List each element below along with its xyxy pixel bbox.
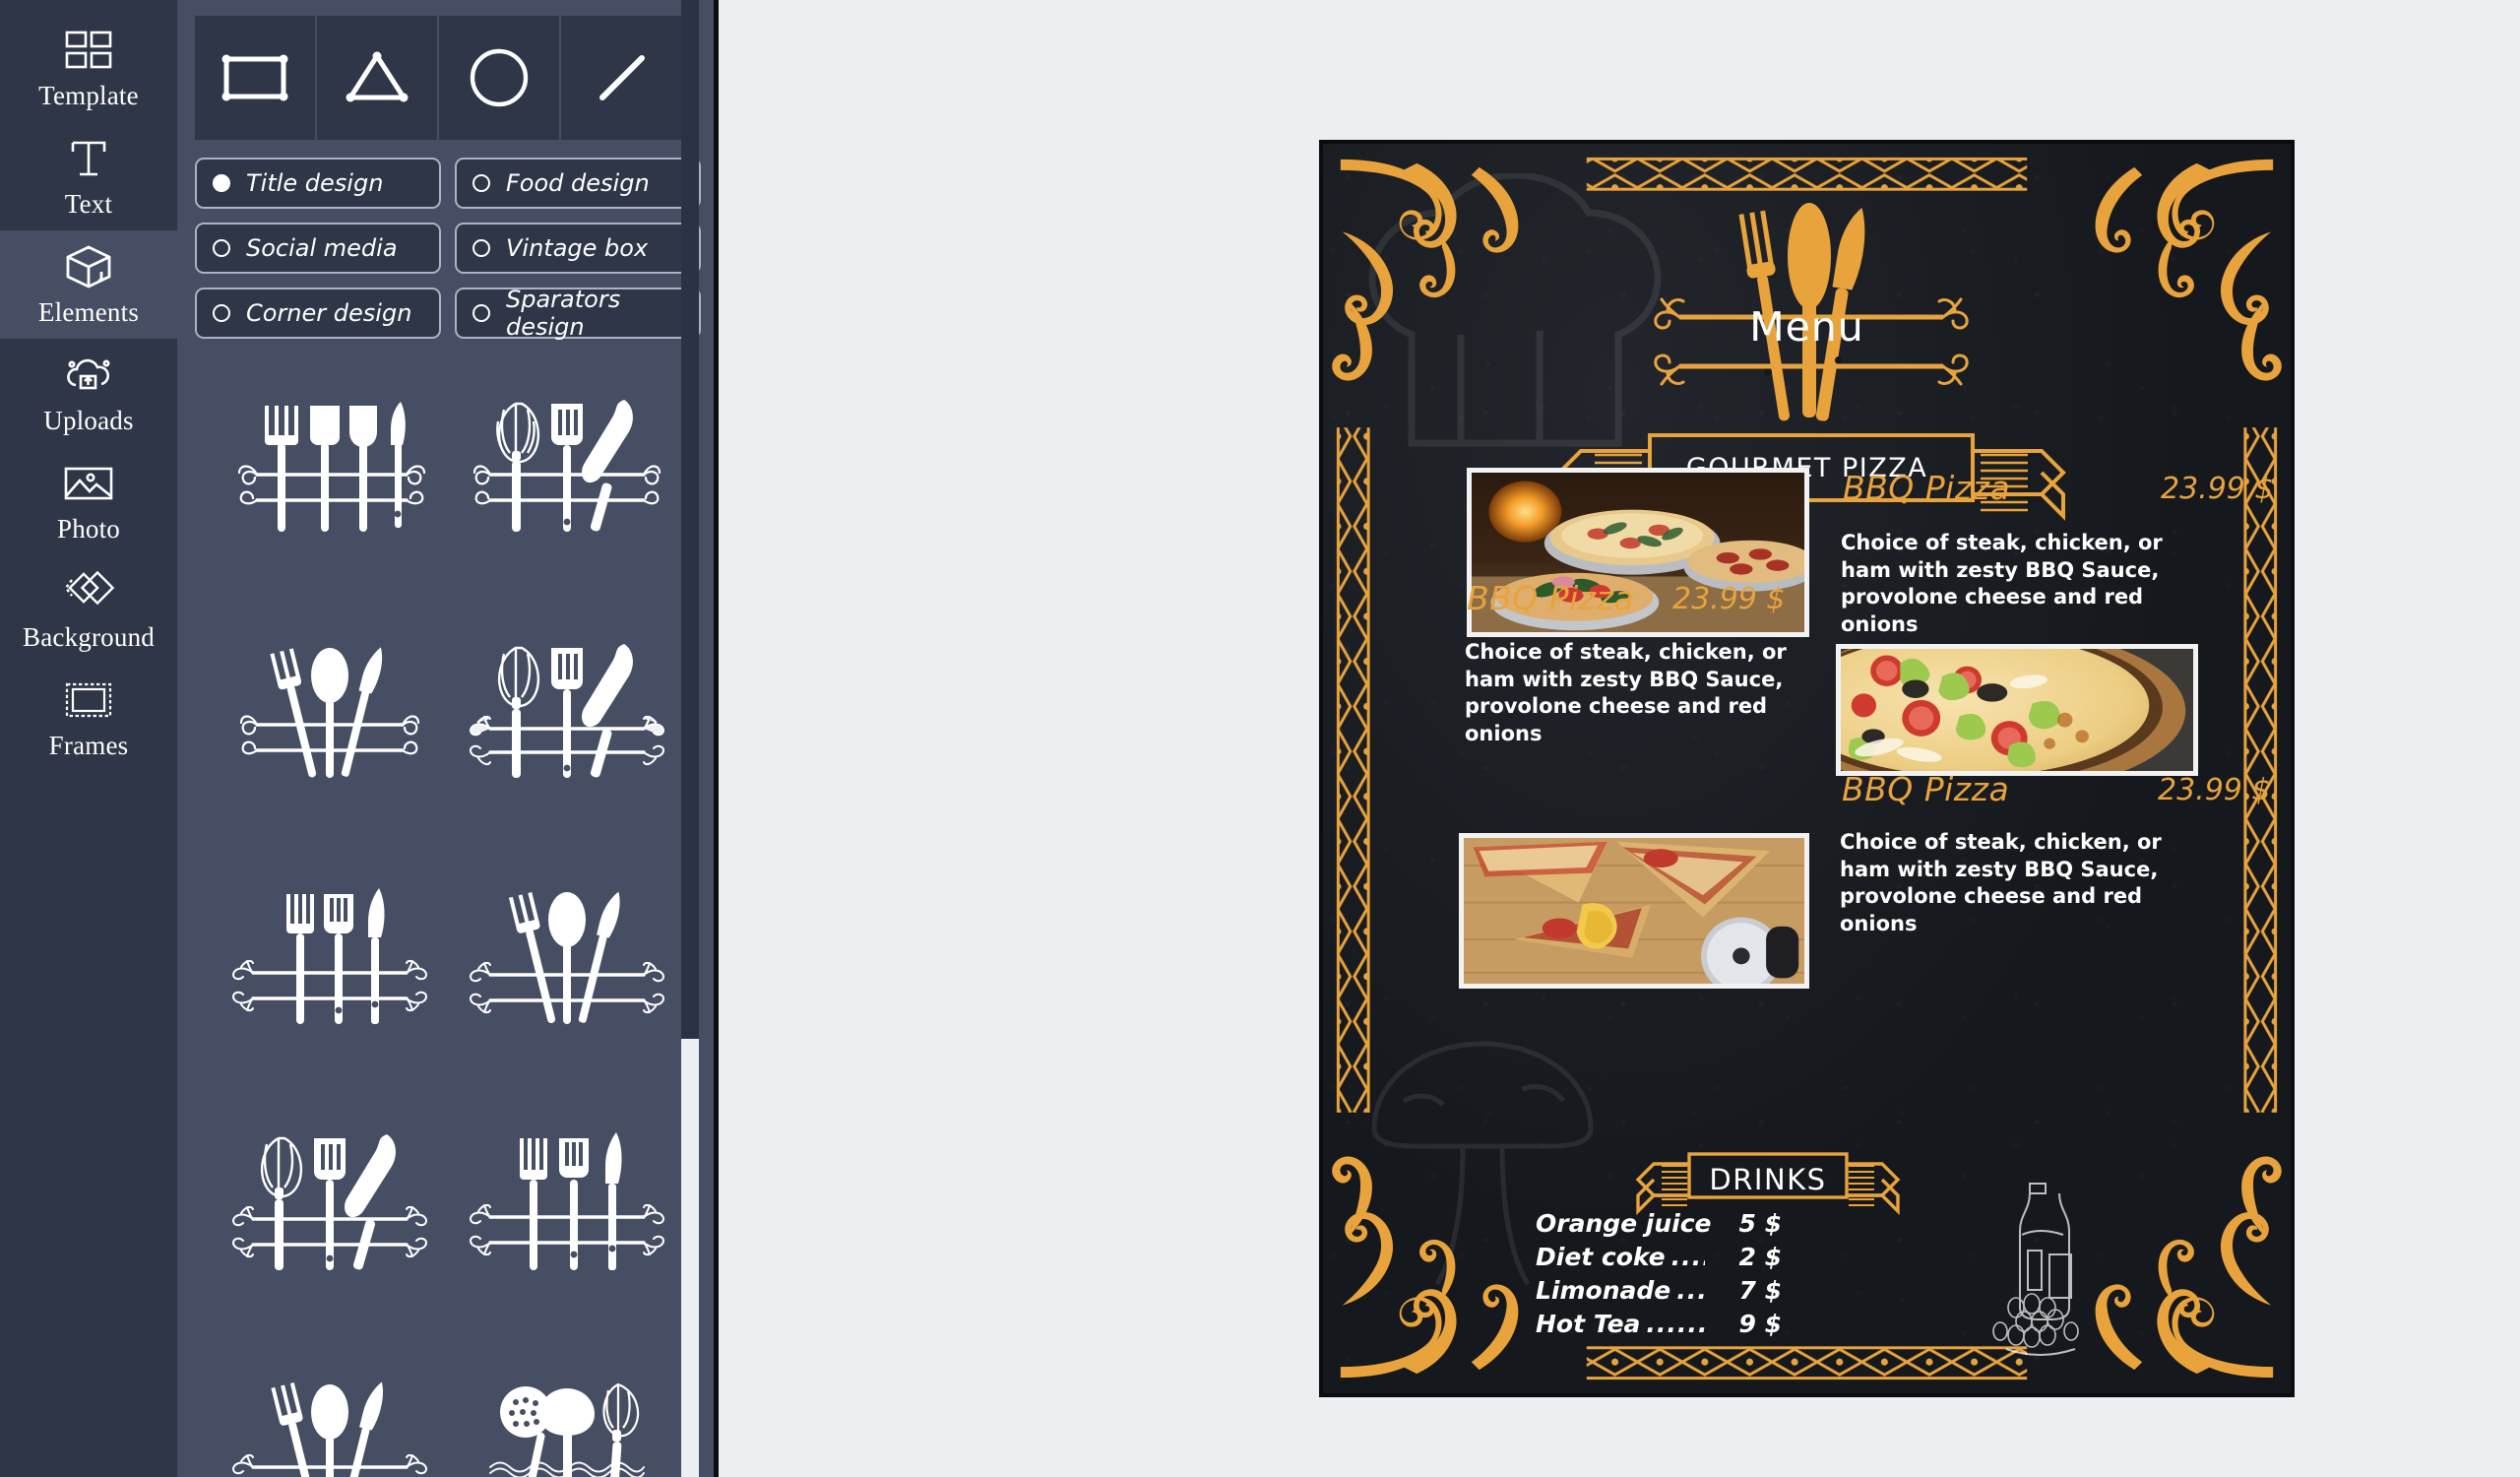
radio-indicator (472, 174, 490, 192)
item-description: Choice of steak, chicken, or ham with ze… (1840, 830, 2162, 936)
category-sparators-design[interactable]: Sparators design (455, 286, 701, 341)
category-social-media[interactable]: Social media (195, 223, 441, 274)
drink-price: 2 $ (1738, 1243, 1783, 1271)
rectangle-shape-tool[interactable] (195, 16, 317, 140)
elements-panel: Title design Food design Social media Vi… (177, 0, 719, 1477)
drink-name: Hot Tea (1536, 1310, 1641, 1338)
sidebar-item-elements[interactable]: Elements (0, 230, 177, 339)
drink-dots: ..................................... (1676, 1276, 1705, 1305)
radio-indicator (472, 239, 490, 257)
cloud-upload-icon (61, 351, 116, 400)
menu-design-canvas[interactable]: Menu GOURMET PIZZA BBQ Pizza 23.99 $ Cho… (1319, 140, 2295, 1397)
background-diamonds-icon (61, 567, 116, 616)
sidebar-item-label: Frames (48, 730, 129, 760)
element-thumb-whisk-spatula-rollingpin-scroll-banner[interactable] (211, 1107, 448, 1333)
sidebar-item-background[interactable]: Background (0, 555, 177, 664)
category-corner-design[interactable]: Corner design (195, 288, 441, 339)
photo-icon (61, 459, 116, 508)
design-editor-app: Template Text Elements Uploads Photo Bac… (0, 0, 2520, 1477)
sidebar-item-label: Template (38, 80, 139, 110)
drink-price: 7 $ (1738, 1276, 1783, 1305)
element-thumb-whisk-spatula-rollingpin-banner[interactable] (448, 368, 685, 595)
element-thumbnail-grid (177, 368, 719, 1477)
element-thumb-whisk-spatula-rollingpin-leaf-banner[interactable] (448, 614, 685, 841)
radio-indicator (213, 174, 230, 192)
element-thumb-fork-spoon-knife-scroll-split-banner[interactable] (211, 1353, 448, 1477)
panel-scrollbar-thumb[interactable] (681, 0, 699, 1039)
element-thumb-fork-spoon-knife-vine-split-banner[interactable] (448, 861, 685, 1087)
photo-pizza-slices[interactable] (1459, 833, 1809, 989)
category-vintage-box[interactable]: Vintage box (455, 223, 701, 274)
item-price: 23.99 $ (1672, 582, 1786, 616)
radio-indicator (472, 304, 490, 322)
line-shape-tool[interactable] (561, 16, 683, 140)
item-name: BBQ Pizza (1843, 469, 2011, 507)
drink-price: 5 $ (1738, 1209, 1783, 1238)
element-thumb-fork-spoon-knife-split-banner[interactable] (211, 614, 448, 841)
wine-bottle-illustration (1992, 1183, 2079, 1356)
pizza-slices-photo (1464, 838, 1804, 984)
elements-cube-icon (61, 242, 116, 291)
category-radio-group: Title design Food design Social media Vi… (195, 158, 701, 341)
frames-icon (61, 675, 116, 725)
drink-name: Orange juice (1536, 1209, 1712, 1238)
sidebar-item-template[interactable]: Template (0, 14, 177, 122)
element-thumb-fork-spatula-knife-scroll-banner[interactable] (448, 1107, 685, 1333)
canvas-workspace: Menu GOURMET PIZZA BBQ Pizza 23.99 $ Cho… (719, 0, 2520, 1477)
sidebar-item-label: Elements (37, 296, 140, 327)
pizza-closeup-photo (1841, 649, 2193, 771)
element-thumb-fork-spatula-knife-vine-banner[interactable] (211, 861, 448, 1087)
radio-indicator (213, 239, 230, 257)
sidebar-item-label: Photo (56, 513, 121, 544)
category-label: Corner design (246, 299, 412, 327)
triangle-shape-tool[interactable] (317, 16, 439, 140)
item-name: BBQ Pizza (1467, 579, 1635, 617)
category-label: Food design (506, 169, 650, 197)
text-icon (61, 134, 116, 183)
drink-row: Orange juice ...........................… (1536, 1207, 1782, 1241)
item-name: BBQ Pizza (1842, 770, 2010, 808)
item-description: Choice of steak, chicken, or ham with ze… (1465, 640, 1787, 746)
category-label: Sparators design (506, 286, 621, 341)
category-label: Vintage box (506, 234, 649, 262)
left-rail: Template Text Elements Uploads Photo Bac… (0, 0, 177, 1477)
menu-title: Menu (1749, 303, 1864, 351)
item-price: 23.99 $ (2161, 472, 2274, 506)
drink-row: Hot Tea ................................… (1536, 1308, 1782, 1341)
sidebar-item-label: Text (64, 188, 113, 219)
sidebar-item-label: Background (23, 621, 155, 652)
drink-dots: ..................................... (1646, 1310, 1705, 1338)
radio-indicator (213, 304, 230, 322)
element-thumb-strainer-ladle-whisk-wave-banner[interactable] (448, 1353, 685, 1477)
category-food-design[interactable]: Food design (455, 158, 701, 209)
element-thumb-fork-spatula-knife-banner[interactable] (211, 368, 448, 595)
drink-price: 9 $ (1738, 1310, 1783, 1338)
drink-row: Limonade ...............................… (1536, 1274, 1782, 1308)
menu-content: Menu GOURMET PIZZA BBQ Pizza 23.99 $ Cho… (1323, 144, 2291, 1393)
drink-dots: ..................................... (1670, 1243, 1705, 1271)
drink-name: Diet coke (1536, 1243, 1666, 1271)
sidebar-item-frames[interactable]: Frames (0, 664, 177, 772)
sidebar-item-label: Uploads (43, 405, 134, 435)
circle-shape-tool[interactable] (439, 16, 561, 140)
template-icon (61, 26, 116, 75)
drink-row: Diet coke ..............................… (1536, 1241, 1782, 1274)
sidebar-item-uploads[interactable]: Uploads (0, 339, 177, 447)
item-description: Choice of steak, chicken, or ham with ze… (1841, 531, 2163, 637)
drink-name: Limonade (1536, 1276, 1671, 1305)
drinks-title: DRINKS (1709, 1163, 1827, 1196)
category-title-design[interactable]: Title design (195, 158, 441, 209)
photo-pizza-closeup-main[interactable] (1836, 644, 2198, 776)
item-price: 23.99 $ (2158, 773, 2271, 807)
category-label: Social media (246, 234, 398, 262)
drinks-list: Orange juice ...........................… (1536, 1207, 1782, 1341)
category-label: Title design (246, 169, 384, 197)
sidebar-item-text[interactable]: Text (0, 122, 177, 230)
sidebar-item-photo[interactable]: Photo (0, 447, 177, 555)
shape-tool-row (195, 16, 701, 140)
